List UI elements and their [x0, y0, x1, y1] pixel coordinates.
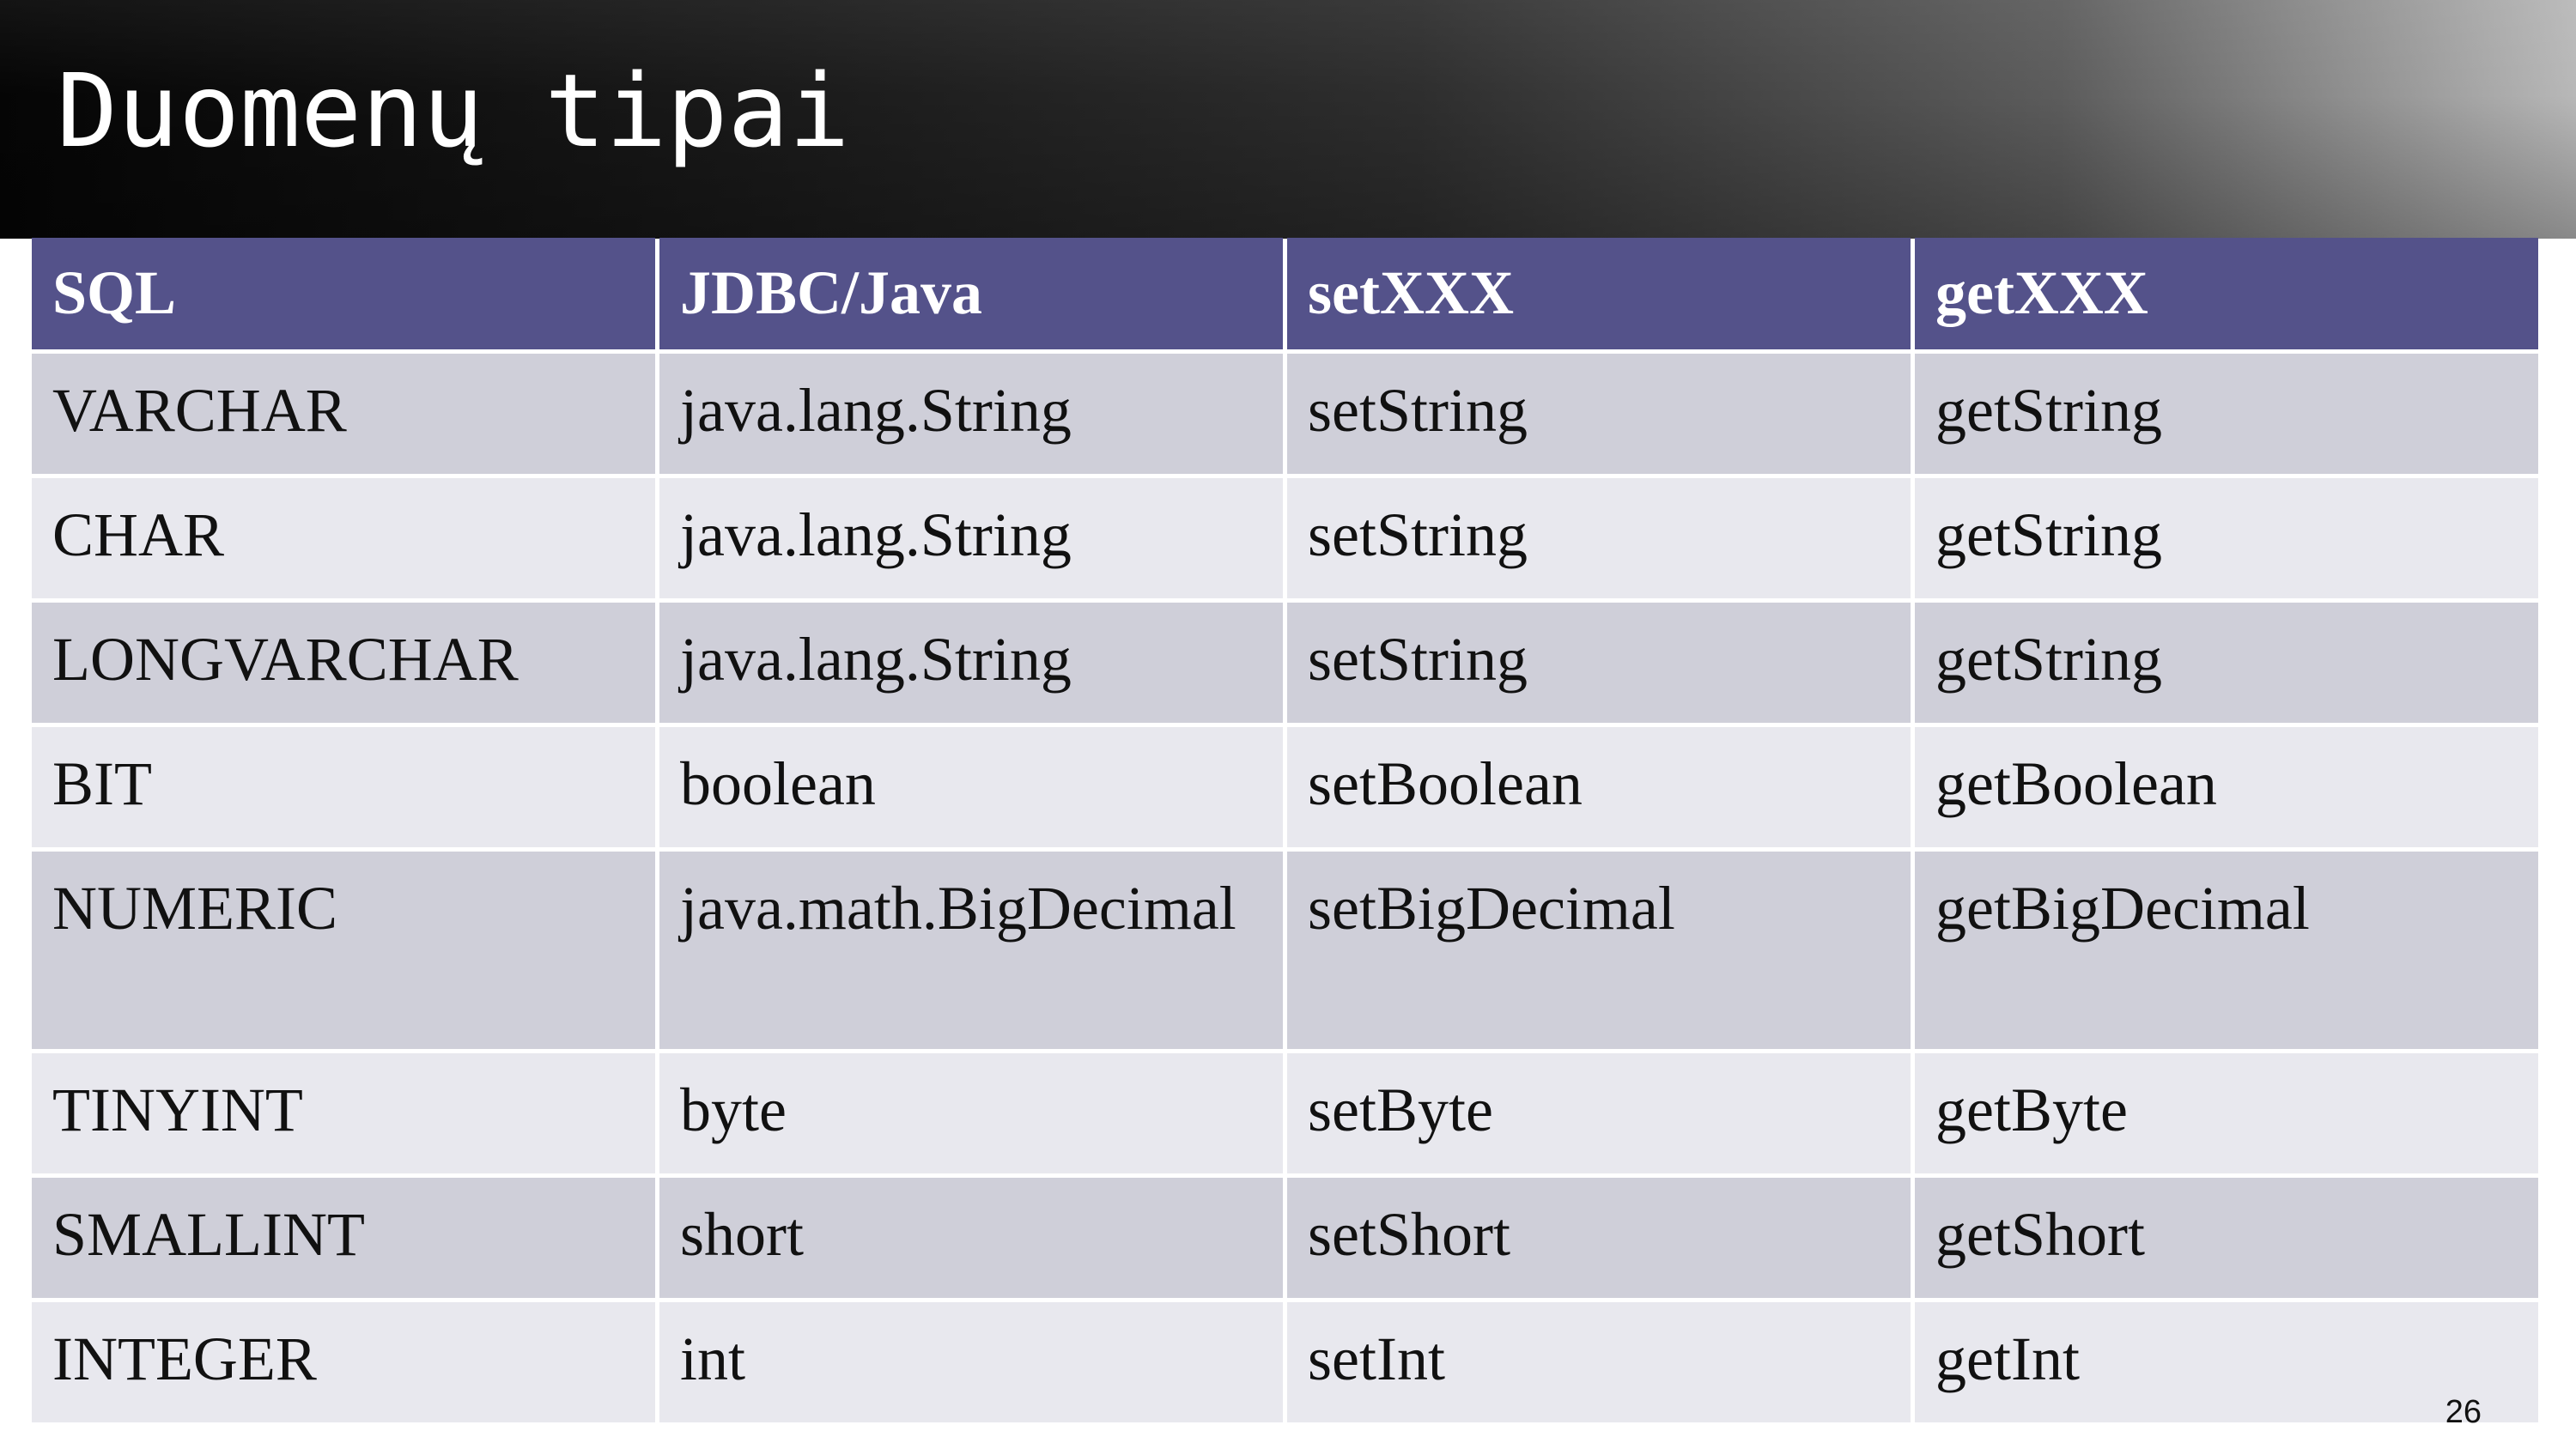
cell-sql: INTEGER [32, 1302, 655, 1422]
cell-getter: getString [1915, 478, 2538, 598]
cell-java: byte [659, 1053, 1283, 1173]
cell-java: short [659, 1178, 1283, 1298]
cell-sql: TINYINT [32, 1053, 655, 1173]
cell-java: int [659, 1302, 1283, 1422]
header-getxxx: getXXX [1915, 238, 2538, 349]
cell-setter: setBigDecimal [1287, 852, 1911, 1049]
table-row: INTEGER int setInt getInt [32, 1302, 2538, 1422]
cell-setter: setString [1287, 603, 1911, 723]
table-row: SMALLINT short setShort getShort [32, 1178, 2538, 1298]
cell-getter: getShort [1915, 1178, 2538, 1298]
cell-setter: setInt [1287, 1302, 1911, 1422]
cell-sql: SMALLINT [32, 1178, 655, 1298]
table-row: NUMERIC java.math.BigDecimal setBigDecim… [32, 852, 2538, 1049]
cell-java: java.math.BigDecimal [659, 852, 1283, 1049]
cell-sql: NUMERIC [32, 852, 655, 1049]
cell-getter: getString [1915, 354, 2538, 474]
data-types-table: SQL JDBC/Java setXXX getXXX VARCHAR java… [27, 233, 2543, 1427]
slide: Duomenų tipai SQL JDBC/Java setXXX getXX… [0, 0, 2576, 1449]
cell-java: java.lang.String [659, 603, 1283, 723]
header-setxxx: setXXX [1287, 238, 1911, 349]
cell-java: boolean [659, 727, 1283, 847]
cell-sql: BIT [32, 727, 655, 847]
cell-getter: getBigDecimal [1915, 852, 2538, 1049]
cell-getter: getByte [1915, 1053, 2538, 1173]
cell-setter: setString [1287, 478, 1911, 598]
table-row: LONGVARCHAR java.lang.String setString g… [32, 603, 2538, 723]
cell-sql: CHAR [32, 478, 655, 598]
cell-getter: getString [1915, 603, 2538, 723]
cell-getter: getBoolean [1915, 727, 2538, 847]
cell-sql: LONGVARCHAR [32, 603, 655, 723]
table-row: CHAR java.lang.String setString getStrin… [32, 478, 2538, 598]
header-sql: SQL [32, 238, 655, 349]
cell-setter: setBoolean [1287, 727, 1911, 847]
slide-title: Duomenų tipai [57, 52, 850, 170]
cell-setter: setString [1287, 354, 1911, 474]
cell-setter: setShort [1287, 1178, 1911, 1298]
cell-sql: VARCHAR [32, 354, 655, 474]
cell-java: java.lang.String [659, 478, 1283, 598]
page-number: 26 [2445, 1394, 2482, 1430]
cell-java: java.lang.String [659, 354, 1283, 474]
table-row: VARCHAR java.lang.String setString getSt… [32, 354, 2538, 474]
cell-setter: setByte [1287, 1053, 1911, 1173]
table-row: BIT boolean setBoolean getBoolean [32, 727, 2538, 847]
table-row: TINYINT byte setByte getByte [32, 1053, 2538, 1173]
table-header-row: SQL JDBC/Java setXXX getXXX [32, 238, 2538, 349]
header-jdbc-java: JDBC/Java [659, 238, 1283, 349]
